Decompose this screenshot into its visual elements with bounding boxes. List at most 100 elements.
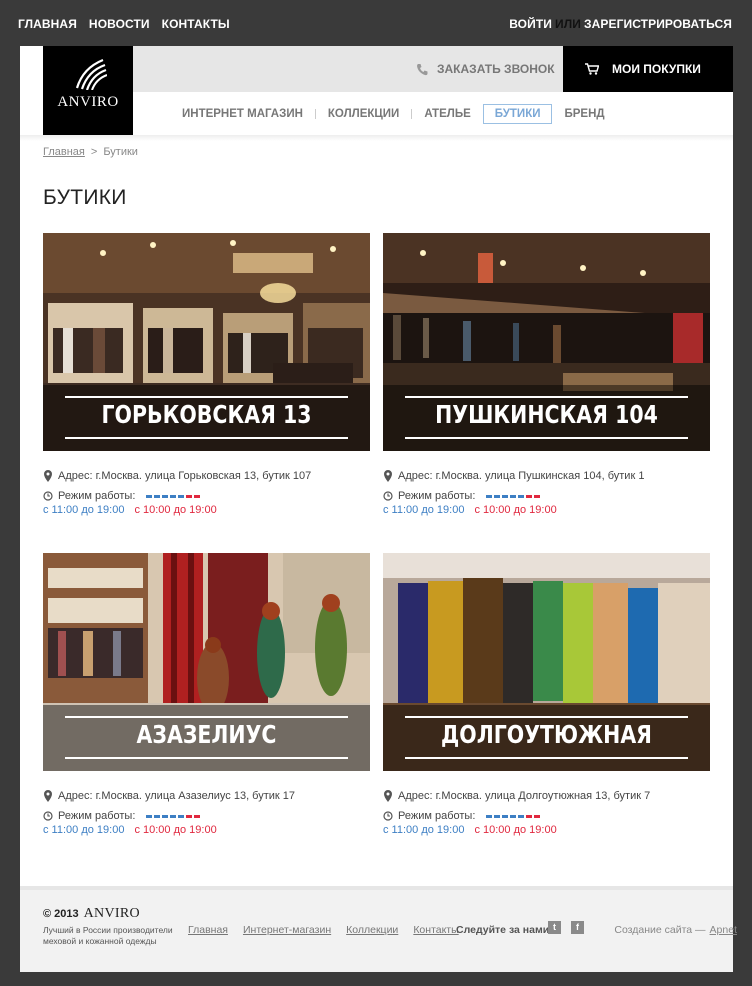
shop-photo[interactable]: ГОРЬКОВСКАЯ 13 — [43, 233, 370, 451]
clock-icon — [43, 811, 53, 821]
address-row: Адрес: г.Москва. улица Пушкинская 104, б… — [383, 466, 710, 486]
location-pin-icon — [44, 790, 52, 802]
hours-label: Режим работы: — [398, 810, 476, 822]
caption-line — [405, 716, 688, 718]
page-title: Бутики — [43, 186, 127, 209]
breadcrumb-current: Бутики — [103, 146, 138, 158]
caption-line — [65, 396, 348, 398]
weekend-hours: с 10:00 до 19:00 — [474, 504, 557, 516]
hours-row: Режим работы: — [383, 486, 710, 506]
hours-label: Режим работы: — [58, 810, 136, 822]
shop-photo[interactable]: ДОЛГОУТЮЖНАЯ — [383, 553, 710, 771]
nav-item-collections[interactable]: Коллекции — [316, 105, 411, 123]
location-pin-icon — [384, 790, 392, 802]
phone-icon — [417, 63, 428, 75]
top-nav: Главная Новости Контакты — [18, 17, 230, 31]
footer-tagline: Лучший в России производители меховой и … — [43, 925, 173, 946]
hours-row: Режим работы: — [43, 806, 370, 826]
twitter-icon[interactable]: t — [548, 921, 561, 934]
follow-us-label: Следуйте за нами — [456, 924, 550, 936]
shop-address: Адрес: г.Москва. улица Пушкинская 104, б… — [398, 470, 645, 482]
top-bar: Главная Новости Контакты Войти или Зарег… — [0, 0, 752, 46]
clock-icon — [383, 811, 393, 821]
nav-item-boutiques[interactable]: Бутики — [482, 104, 553, 124]
address-row: Адрес: г.Москва. улица Горьковская 13, б… — [43, 466, 370, 486]
weekday-hours: с 11:00 до 19:00 — [43, 504, 125, 516]
shop-address: Адрес: г.Москва. улица Азазелиус 13, бут… — [58, 790, 296, 802]
hours-label: Режим работы: — [398, 490, 476, 502]
caption-line — [65, 437, 348, 439]
clock-icon — [43, 491, 53, 501]
cart-icon — [585, 63, 599, 75]
footer-links: Главная Интернет-магазин Коллекции Конта… — [188, 924, 459, 936]
copyright-text: © 2013 — [43, 908, 79, 920]
shop-name: АЗАЗЕЛИУС — [136, 720, 277, 749]
credit-text: Создание сайта — — [614, 924, 706, 936]
credit-link[interactable]: Apnet — [710, 924, 737, 936]
hours-values: с 11:00 до 19:00 с 10:00 до 19:00 — [383, 504, 710, 516]
hours-values: с 11:00 до 19:00 с 10:00 до 19:00 — [383, 824, 710, 836]
hours-label: Режим работы: — [58, 490, 136, 502]
caption-line — [65, 757, 348, 759]
weekend-hours: с 10:00 до 19:00 — [134, 504, 217, 516]
topnav-contacts-link[interactable]: Контакты — [162, 17, 230, 31]
hours-values: с 11:00 до 19:00 с 10:00 до 19:00 — [43, 504, 370, 516]
logo-text: ANVIRO — [57, 94, 119, 110]
nav-item-shop[interactable]: Интернет магазин — [170, 105, 315, 123]
cart-label: Мои покупки — [612, 62, 701, 76]
nav-item-brand[interactable]: Бренд — [552, 105, 616, 123]
cart-button[interactable]: Мои покупки — [563, 46, 733, 92]
shop-card: ПУШКИНСКАЯ 104 Адрес: г.Москва. улица Пу… — [383, 233, 710, 516]
weekday-hours: с 11:00 до 19:00 — [43, 824, 125, 836]
weekend-hours: с 10:00 до 19:00 — [134, 824, 217, 836]
location-pin-icon — [384, 470, 392, 482]
shop-address: Адрес: г.Москва. улица Горьковская 13, б… — [58, 470, 312, 482]
login-link[interactable]: Войти — [509, 17, 552, 31]
footer-contacts-link[interactable]: Контакты — [413, 924, 458, 936]
weekend-hours: с 10:00 до 19:00 — [474, 824, 557, 836]
shop-card: ДОЛГОУТЮЖНАЯ Адрес: г.Москва. улица Долг… — [383, 553, 710, 836]
caption-line — [405, 757, 688, 759]
week-days-indicator — [486, 494, 541, 498]
footer-home-link[interactable]: Главная — [188, 924, 228, 936]
address-row: Адрес: г.Москва. улица Азазелиус 13, бут… — [43, 786, 370, 806]
callback-label: Заказать звонок — [437, 62, 555, 76]
callback-button[interactable]: Заказать звонок — [416, 62, 555, 76]
social-links: t f — [548, 921, 584, 934]
auth-or-text: или — [555, 17, 581, 31]
auth-links: Войти или Зарегистрироваться — [509, 17, 732, 31]
shop-info: Адрес: г.Москва. улица Долгоутюжная 13, … — [383, 786, 710, 836]
shop-photo[interactable]: АЗАЗЕЛИУС — [43, 553, 370, 771]
site-credit: Создание сайта — Apnet — [614, 924, 737, 936]
location-pin-icon — [44, 470, 52, 482]
hours-values: с 11:00 до 19:00 с 10:00 до 19:00 — [43, 824, 370, 836]
week-days-indicator — [146, 494, 201, 498]
shop-info: Адрес: г.Москва. улица Пушкинская 104, б… — [383, 466, 710, 516]
nav-item-atelier[interactable]: Ателье — [412, 105, 482, 123]
shop-photo[interactable]: ПУШКИНСКАЯ 104 — [383, 233, 710, 451]
facebook-icon[interactable]: f — [571, 921, 584, 934]
shop-card: АЗАЗЕЛИУС Адрес: г.Москва. улица Азазели… — [43, 553, 370, 836]
shop-name: ПУШКИНСКАЯ 104 — [435, 400, 658, 429]
shop-address: Адрес: г.Москва. улица Долгоутюжная 13, … — [398, 790, 651, 802]
breadcrumb-home-link[interactable]: Главная — [43, 146, 85, 158]
breadcrumb: Главная > Бутики — [43, 146, 138, 158]
page-container: ANVIRO Заказать звонок Мои покупки Интер… — [20, 46, 737, 972]
clock-icon — [383, 491, 393, 501]
breadcrumb-separator: > — [90, 146, 98, 158]
caption-line — [405, 396, 688, 398]
logo[interactable]: ANVIRO — [43, 46, 133, 135]
shop-name: ГОРЬКОВСКАЯ 13 — [101, 400, 312, 429]
week-days-indicator — [486, 814, 541, 818]
register-link[interactable]: Зарегистрироваться — [584, 17, 732, 31]
caption-line — [405, 437, 688, 439]
footer-shop-link[interactable]: Интернет-магазин — [243, 924, 331, 936]
topnav-news-link[interactable]: Новости — [89, 17, 150, 31]
header-shadow — [20, 135, 733, 141]
footer-collections-link[interactable]: Коллекции — [346, 924, 398, 936]
topnav-home-link[interactable]: Главная — [18, 17, 77, 31]
caption-line — [65, 716, 348, 718]
hours-row: Режим работы: — [383, 806, 710, 826]
logo-mark-icon — [75, 58, 107, 90]
footer-copyright: © 2013 ANVIRO — [43, 906, 140, 922]
